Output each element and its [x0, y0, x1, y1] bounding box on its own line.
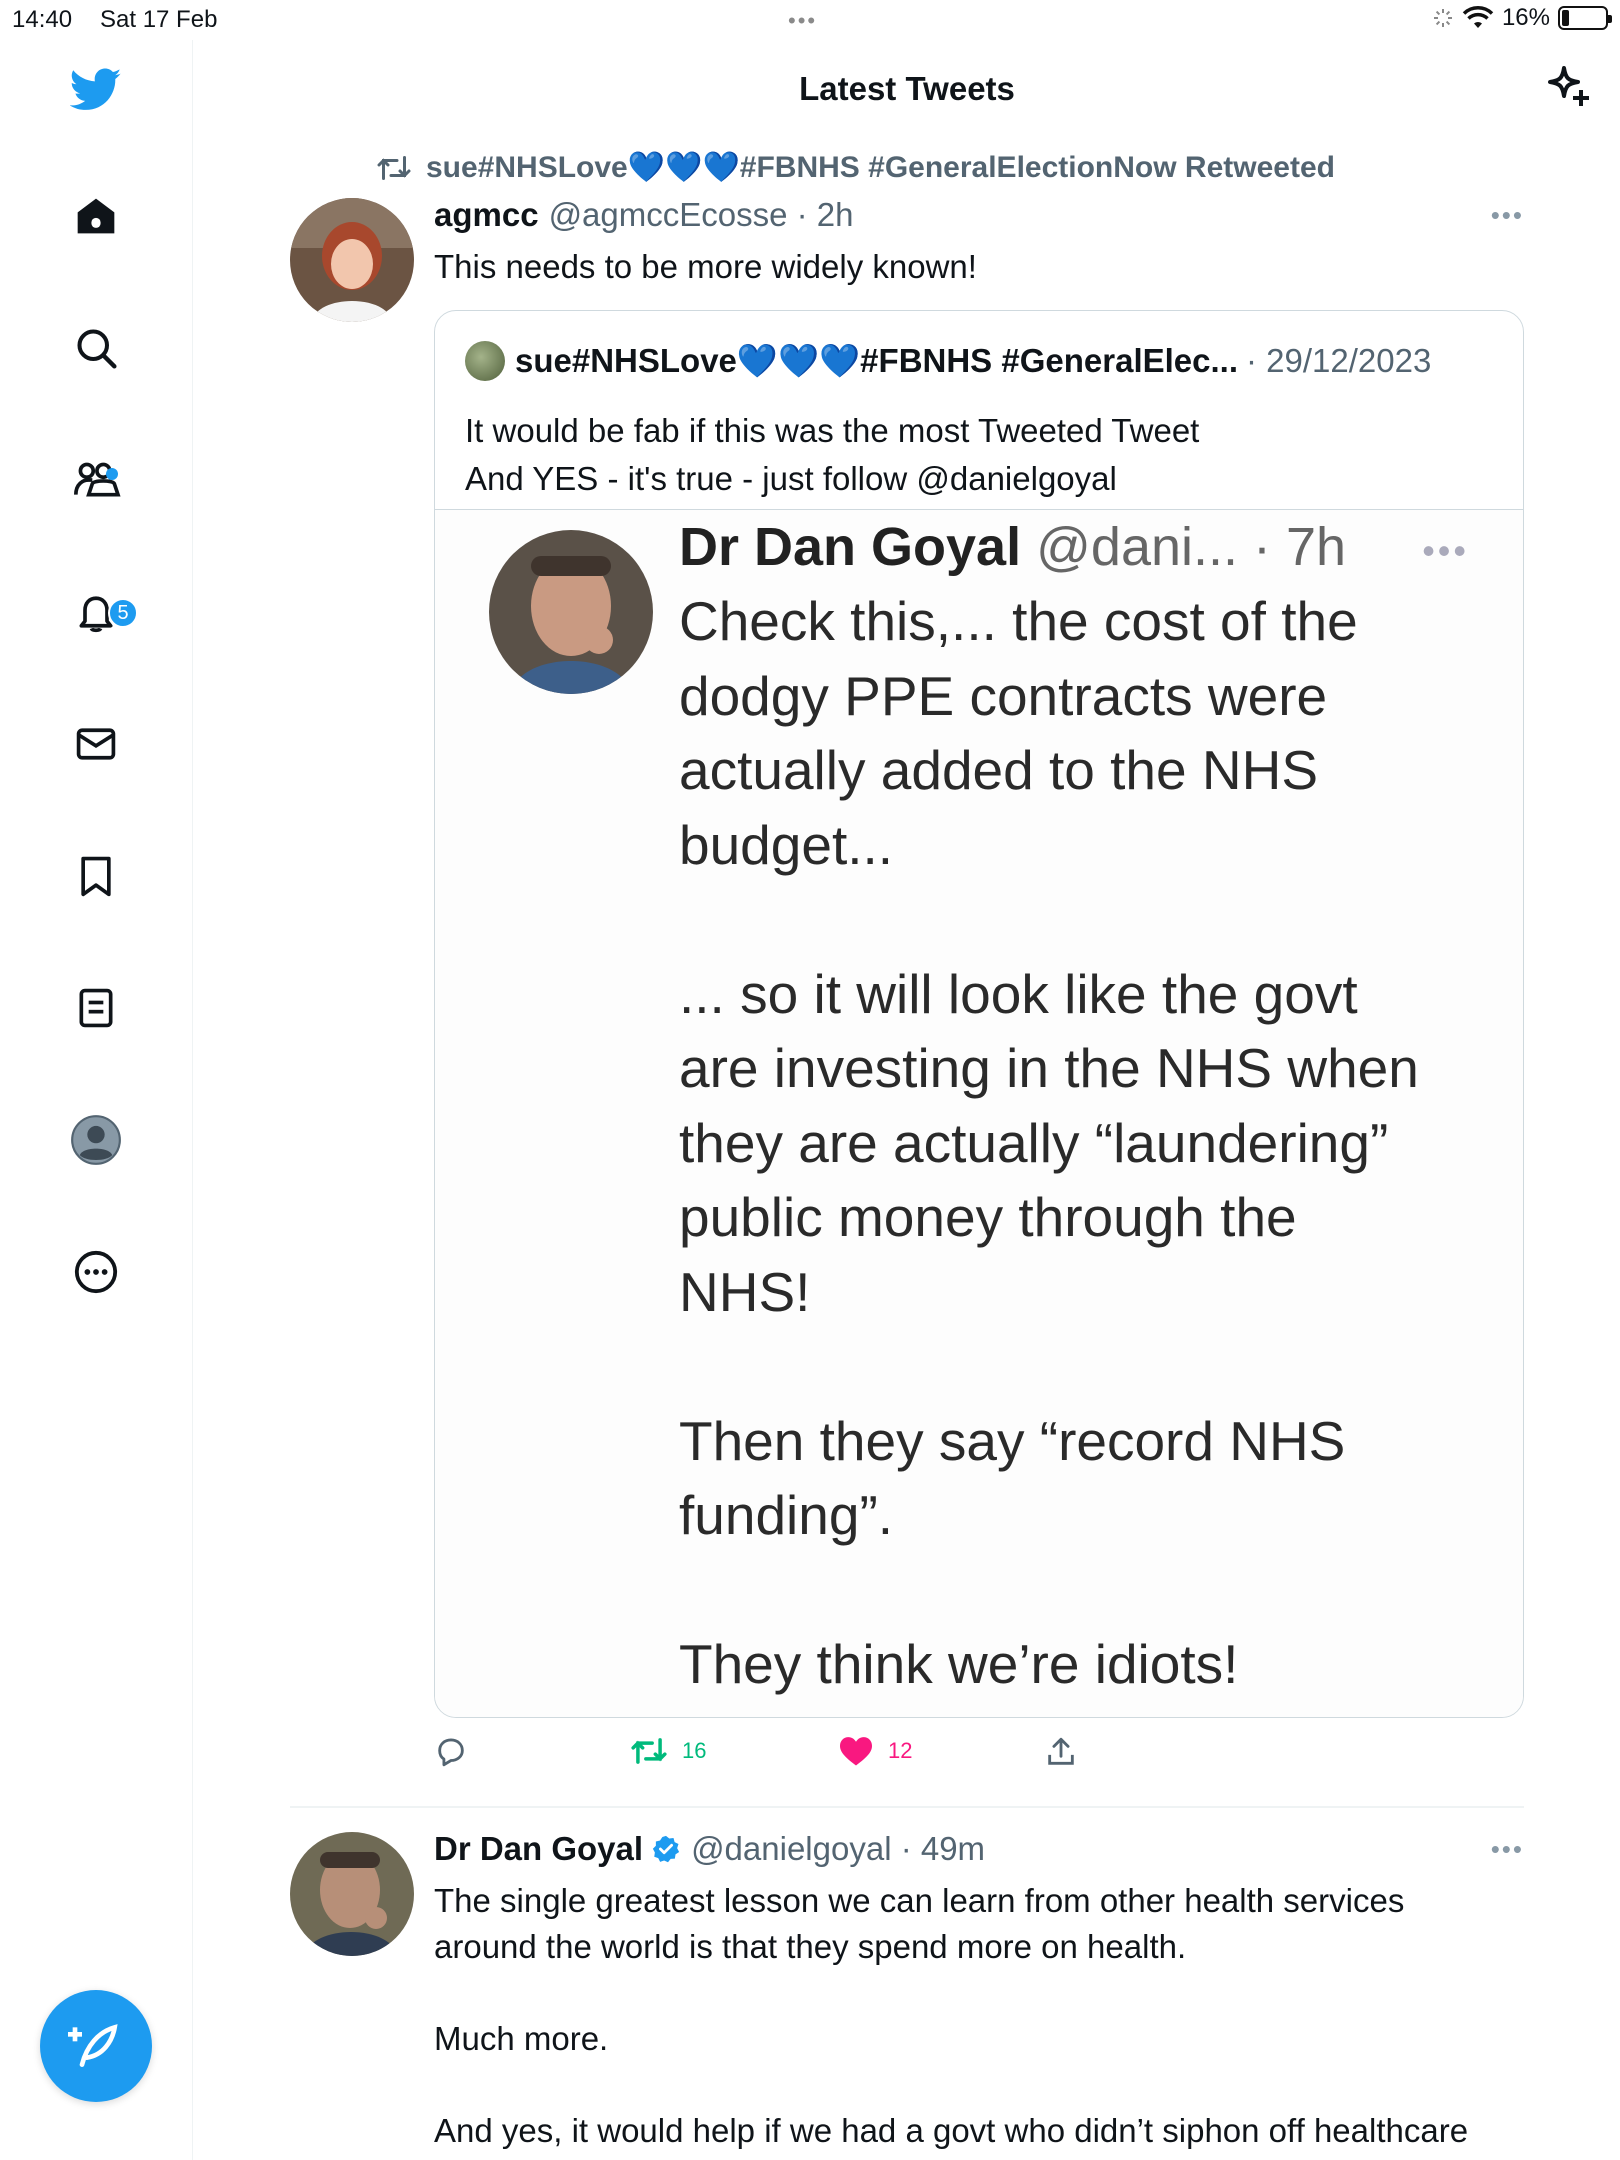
multitasking-dots[interactable]: ••• — [788, 8, 817, 34]
share-button[interactable] — [1044, 1735, 1078, 1769]
reply-button[interactable] — [434, 1735, 468, 1769]
notifications-badge: 5 — [108, 598, 138, 628]
tweet-divider — [290, 1806, 1524, 1808]
share-icon — [1048, 1737, 1074, 1765]
mail-icon[interactable] — [70, 718, 122, 770]
activity-icon — [1433, 9, 1452, 27]
status-bar: 14:40 Sat 17 Feb ••• 16% — [0, 0, 1620, 40]
retweet-icon — [631, 1738, 667, 1764]
tweet-text: The single greatest lesson we can learn … — [434, 1882, 1469, 2149]
quoted-author-name: sue#NHSLove💙💙💙#FBNHS #GeneralElec... — [515, 341, 1239, 379]
quoted-text: It would be fab if this was the most Twe… — [465, 412, 1200, 497]
media-author-row: Dr Dan Goyal @dani... · 7h — [679, 516, 1346, 578]
wifi-icon — [1462, 6, 1494, 28]
quoted-media-image[interactable]: Dr Dan Goyal @dani... · 7h ••• Check thi… — [435, 509, 1523, 1717]
verified-badge-icon — [651, 1834, 681, 1864]
media-text: Check this,... the cost of the dodgy PPE… — [679, 590, 1419, 1695]
tweet-author-row: Dr Dan Goyal @danielgoyal · 49m — [434, 1830, 985, 1868]
author-handle-time[interactable]: @agmccEcosse · 2h — [549, 196, 854, 234]
retweet-button[interactable]: 16 — [630, 1735, 706, 1767]
like-count: 12 — [888, 1738, 913, 1763]
battery-icon — [1558, 6, 1612, 30]
quoted-avatar — [465, 341, 505, 381]
heart-icon — [840, 1737, 872, 1766]
media-avatar — [489, 530, 653, 694]
battery-percent: 16% — [1501, 4, 1550, 31]
bookmark-icon[interactable] — [70, 850, 122, 902]
quoted-date: · 29/12/2023 — [1246, 342, 1432, 379]
tweet-text: This needs to be more widely known! — [434, 248, 977, 285]
sparkle-icon[interactable] — [1544, 62, 1592, 115]
timeline-header: Latest Tweets — [194, 40, 1620, 140]
list-icon[interactable] — [70, 982, 122, 1034]
page-title: Latest Tweets — [799, 70, 1015, 107]
tweet-more-button[interactable]: ••• — [1491, 1834, 1524, 1865]
reply-icon — [438, 1738, 464, 1767]
tweet-author-row: agmcc @agmccEcosse · 2h — [434, 196, 854, 234]
battery-fill — [1562, 10, 1569, 26]
home-icon[interactable] — [70, 190, 122, 242]
communities-icon[interactable] — [70, 454, 122, 506]
status-time: 14:40 — [12, 6, 73, 33]
tweet-more-button[interactable]: ••• — [1491, 200, 1524, 231]
retweet-icon — [377, 155, 411, 180]
like-button[interactable]: 12 — [838, 1735, 912, 1767]
avatar[interactable] — [290, 1832, 414, 1956]
author-name[interactable]: Dr Dan Goyal — [434, 1830, 643, 1868]
more-circle-icon[interactable] — [70, 1246, 122, 1298]
compose-feather-icon — [68, 2024, 118, 2067]
media-author-name: Dr Dan Goyal — [679, 517, 1022, 577]
search-icon[interactable] — [70, 322, 122, 374]
quoted-author-row: sue#NHSLove💙💙💙#FBNHS #GeneralElec... · 2… — [465, 341, 1431, 381]
avatar-icon[interactable] — [70, 1114, 122, 1166]
retweeted-by-label: sue#NHSLove💙💙💙#FBNHS #GeneralElectionNow… — [426, 151, 1335, 184]
author-handle-time[interactable]: @danielgoyal · 49m — [691, 1830, 985, 1868]
sidebar: 5 — [0, 40, 193, 2160]
twitter-logo-icon[interactable] — [70, 64, 122, 116]
communities-notification-dot — [106, 468, 118, 480]
status-date: Sat 17 Feb — [100, 6, 218, 33]
quoted-tweet[interactable]: sue#NHSLove💙💙💙#FBNHS #GeneralElec... · 2… — [434, 310, 1524, 1718]
compose-tweet-button[interactable] — [40, 1990, 152, 2102]
status-right: 16% — [1432, 4, 1612, 32]
tweet-actions: 16 12 — [434, 1735, 1524, 1775]
media-handle-time: @dani... · 7h — [1036, 517, 1347, 577]
retweet-context[interactable]: sue#NHSLove💙💙💙#FBNHS #GeneralElectionNow… — [376, 150, 1335, 185]
media-more-icon: ••• — [1422, 530, 1469, 571]
author-name[interactable]: agmcc — [434, 196, 539, 234]
avatar[interactable] — [290, 198, 414, 322]
retweet-count: 16 — [682, 1738, 707, 1763]
